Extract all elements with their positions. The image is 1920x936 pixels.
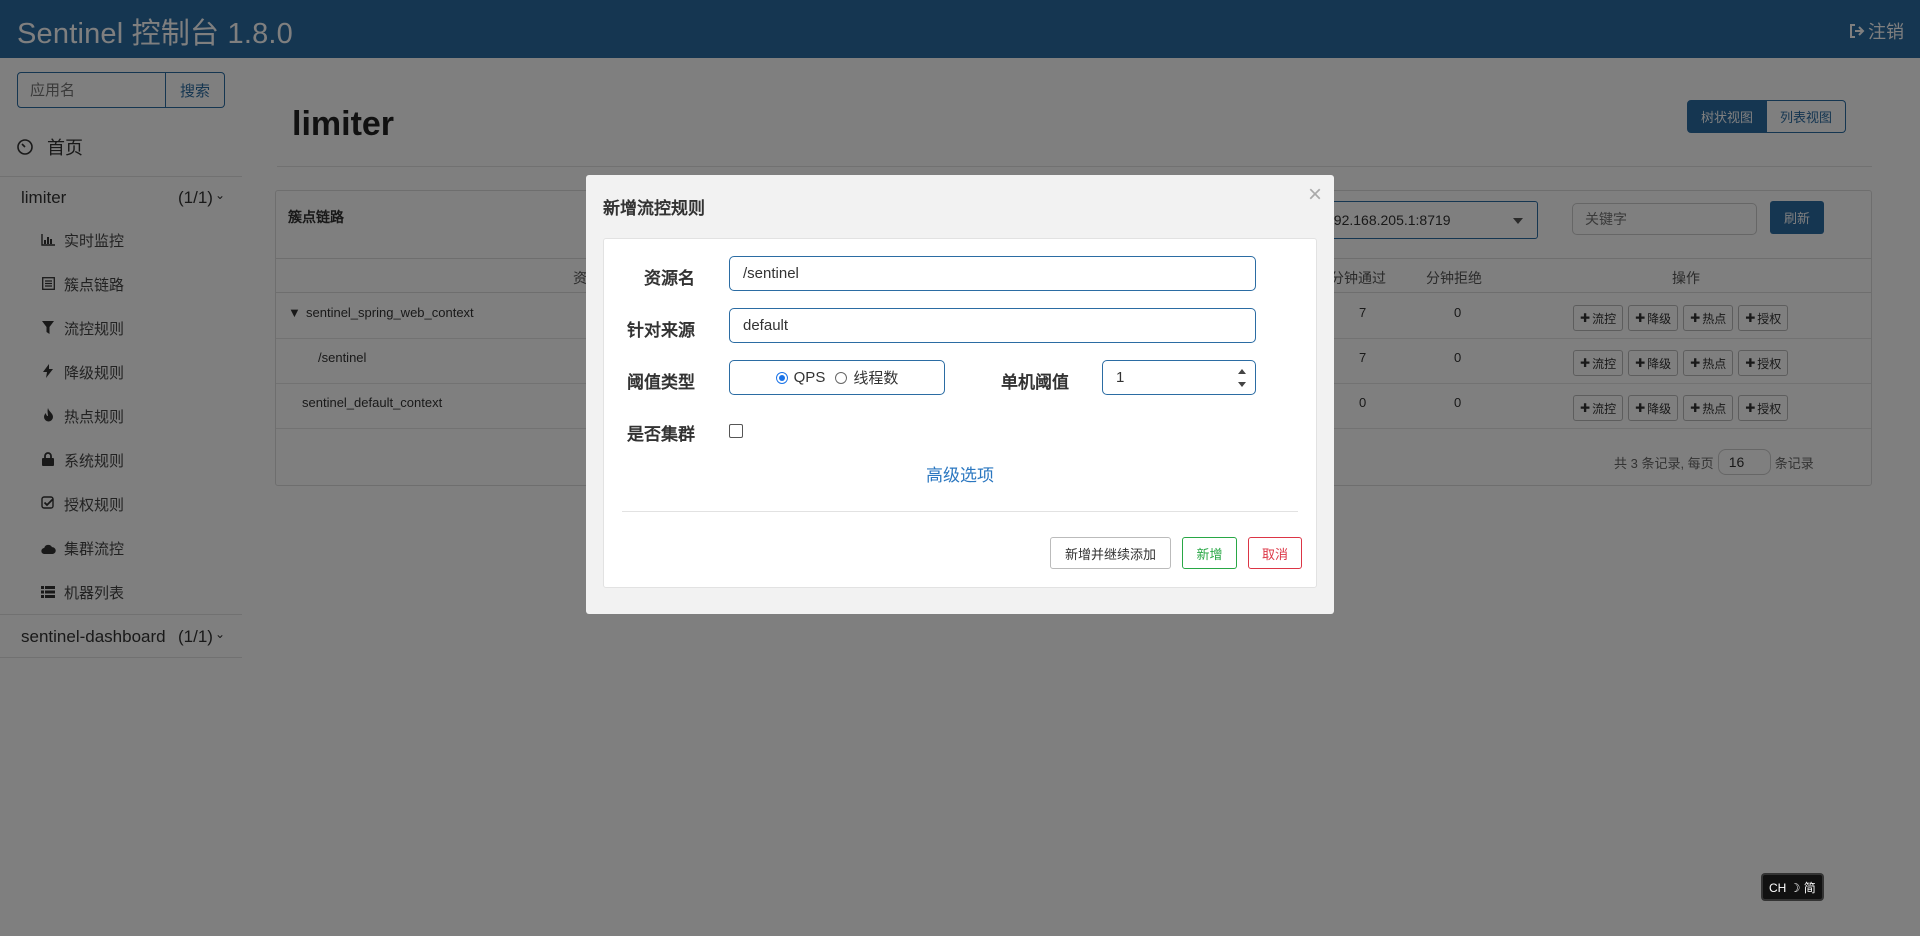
qps-radio[interactable] <box>775 371 788 384</box>
count-input[interactable]: 1 <box>1102 360 1256 395</box>
cluster-checkbox[interactable] <box>729 424 743 438</box>
dialog-title: 新增流控规则 <box>603 199 705 218</box>
cluster-label: 是否集群 <box>627 425 695 444</box>
limit-app-input[interactable]: default <box>729 308 1256 343</box>
thread-radio-label: 线程数 <box>853 370 899 387</box>
grade-label: 阈值类型 <box>627 373 695 392</box>
count-input-value: 1 <box>1116 369 1125 386</box>
grade-radio-group: QPS 线程数 <box>729 360 945 395</box>
count-label: 单机阈值 <box>1001 373 1069 392</box>
cancel-button[interactable]: 取消 <box>1248 537 1302 569</box>
qps-radio-label: QPS <box>793 369 826 386</box>
add-flow-rule-dialog: 新增流控规则 × 资源名 /sentinel 针对来源 default 阈值类型… <box>586 175 1334 614</box>
advanced-options-link[interactable]: 高级选项 <box>926 461 994 486</box>
close-icon[interactable]: × <box>1308 181 1322 209</box>
add-and-continue-button[interactable]: 新增并继续添加 <box>1050 537 1171 569</box>
limit-app-label: 针对来源 <box>627 321 695 340</box>
dialog-body: 资源名 /sentinel 针对来源 default 阈值类型 QPS 线程数 … <box>603 238 1317 588</box>
number-spinner-icon[interactable] <box>1237 369 1247 387</box>
dialog-divider <box>622 511 1298 512</box>
ime-indicator[interactable]: CH ☽ 简 <box>1763 875 1822 899</box>
resource-input[interactable]: /sentinel <box>729 256 1256 291</box>
resource-label: 资源名 <box>644 269 695 288</box>
add-button[interactable]: 新增 <box>1182 537 1237 569</box>
thread-radio[interactable] <box>835 371 848 384</box>
